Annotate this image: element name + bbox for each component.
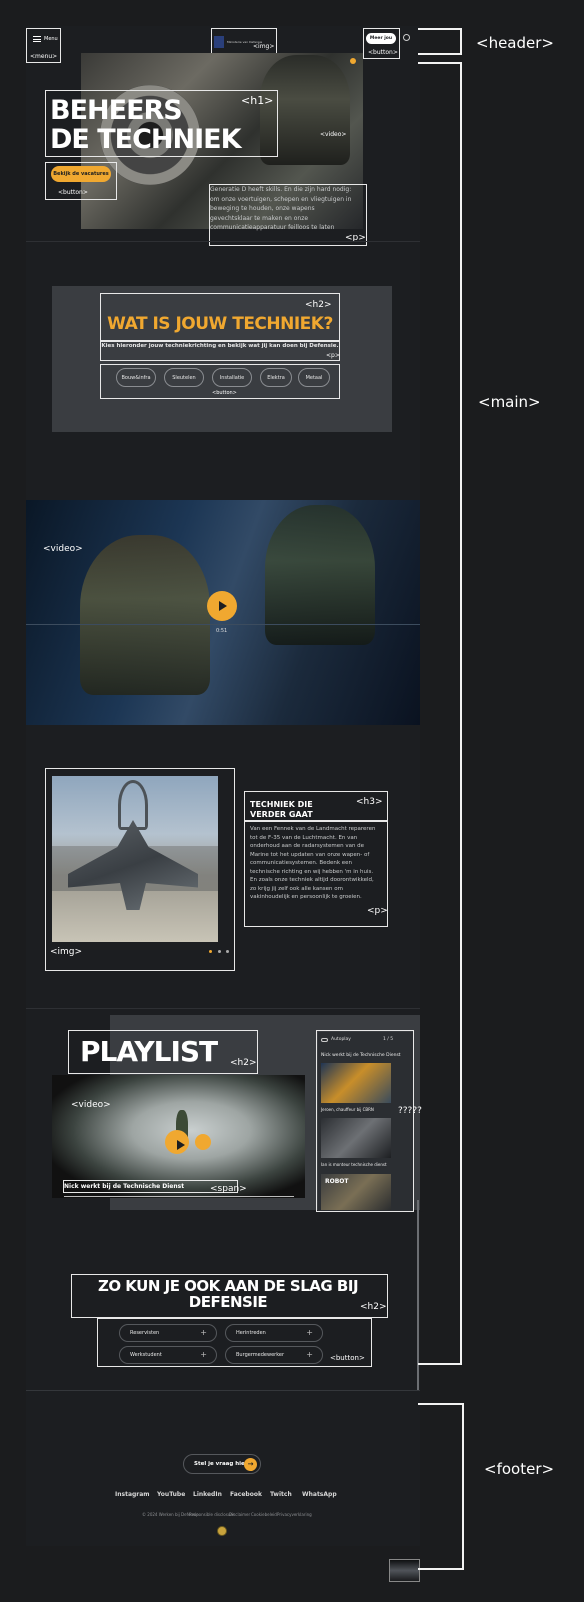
footer-bracket	[418, 1403, 464, 1570]
slag-button-annotation-label: <button>	[330, 1354, 365, 1362]
play-button[interactable]	[207, 591, 237, 621]
h2-annotation-label: <h2>	[305, 300, 332, 310]
hero-button-annotation-label: <button>	[58, 189, 88, 196]
h1-annotation-label: <h1>	[241, 94, 274, 107]
arrow-right-icon: →	[244, 1458, 257, 1471]
video-progress-line	[26, 624, 420, 625]
legal-disclaimer[interactable]: Disclaimer	[229, 1512, 250, 1517]
button-annotation-label: <button>	[368, 49, 398, 56]
unknown-annotation-box	[316, 1030, 414, 1212]
playlist-video-annotation-label: <video>	[71, 1100, 111, 1110]
main-annotation-label: <main>	[478, 393, 541, 411]
img-annotation-label: <img>	[253, 43, 275, 50]
carousel-dot[interactable]	[218, 950, 221, 953]
hero-video-annotation-label: <video>	[320, 131, 347, 138]
span-annotation-label: <span>	[210, 1184, 247, 1194]
social-twitch[interactable]: Twitch	[270, 1491, 292, 1498]
img2-annotation-box	[45, 768, 235, 971]
menu-annotation-label: <menu>	[30, 53, 58, 60]
playlist-play-button[interactable]	[165, 1130, 189, 1154]
slag-h2-annotation-box	[71, 1274, 388, 1318]
search-icon[interactable]	[403, 34, 410, 41]
img-annotation-box	[211, 28, 277, 54]
p3-annotation-label: <p>	[367, 906, 388, 916]
video-indicator-icon	[350, 58, 356, 64]
defensie-emblem-icon	[217, 1526, 227, 1536]
mechanic-left	[80, 535, 210, 695]
next-video-icon[interactable]	[195, 1134, 211, 1150]
playlist-progress-bar[interactable]	[64, 1196, 294, 1197]
social-whatsapp[interactable]: WhatsApp	[302, 1491, 337, 1498]
main-bracket	[418, 62, 462, 1365]
section-divider	[26, 241, 420, 242]
back-to-top-thumbnail[interactable]	[389, 1559, 420, 1582]
footer-annotation-label: <footer>	[484, 1460, 555, 1478]
legal-cookies[interactable]: Cookiebeleid	[251, 1512, 277, 1517]
h3-annotation-label: <h3>	[356, 797, 383, 807]
social-linkedin[interactable]: LinkedIn	[193, 1491, 222, 1498]
legal-privacy[interactable]: Privacyverklaring	[277, 1512, 312, 1517]
social-facebook[interactable]: Facebook	[230, 1491, 262, 1498]
p2-annotation-box	[100, 341, 340, 361]
social-instagram[interactable]: Instagram	[115, 1491, 150, 1498]
h2-annotation-box	[100, 293, 340, 341]
p2-annotation-label: <p>	[326, 352, 340, 359]
social-youtube[interactable]: YouTube	[157, 1491, 185, 1498]
video-duration: 0:51	[216, 628, 228, 634]
legal-disclosure[interactable]: Responsible disclosure	[189, 1512, 234, 1517]
header-bracket	[418, 28, 462, 55]
section-divider-2	[26, 1008, 420, 1009]
ask-question-label: Stel je vraag hier	[194, 1461, 248, 1467]
feature-video-annotation-label: <video>	[43, 544, 83, 554]
carousel-dot[interactable]	[226, 950, 229, 953]
playlist-h2-annotation-label: <h2>	[230, 1058, 257, 1068]
header-annotation-label: <header>	[476, 34, 554, 52]
slag-h2-annotation-label: <h2>	[360, 1302, 387, 1312]
ask-question-button[interactable]: Stel je vraag hier →	[183, 1454, 261, 1474]
options-annotation-label: <button>	[212, 390, 237, 396]
img2-annotation-label: <img>	[50, 947, 83, 957]
p-annotation-box	[209, 184, 367, 246]
footer-divider	[26, 1390, 420, 1391]
carousel-dot-active[interactable]	[209, 950, 212, 953]
